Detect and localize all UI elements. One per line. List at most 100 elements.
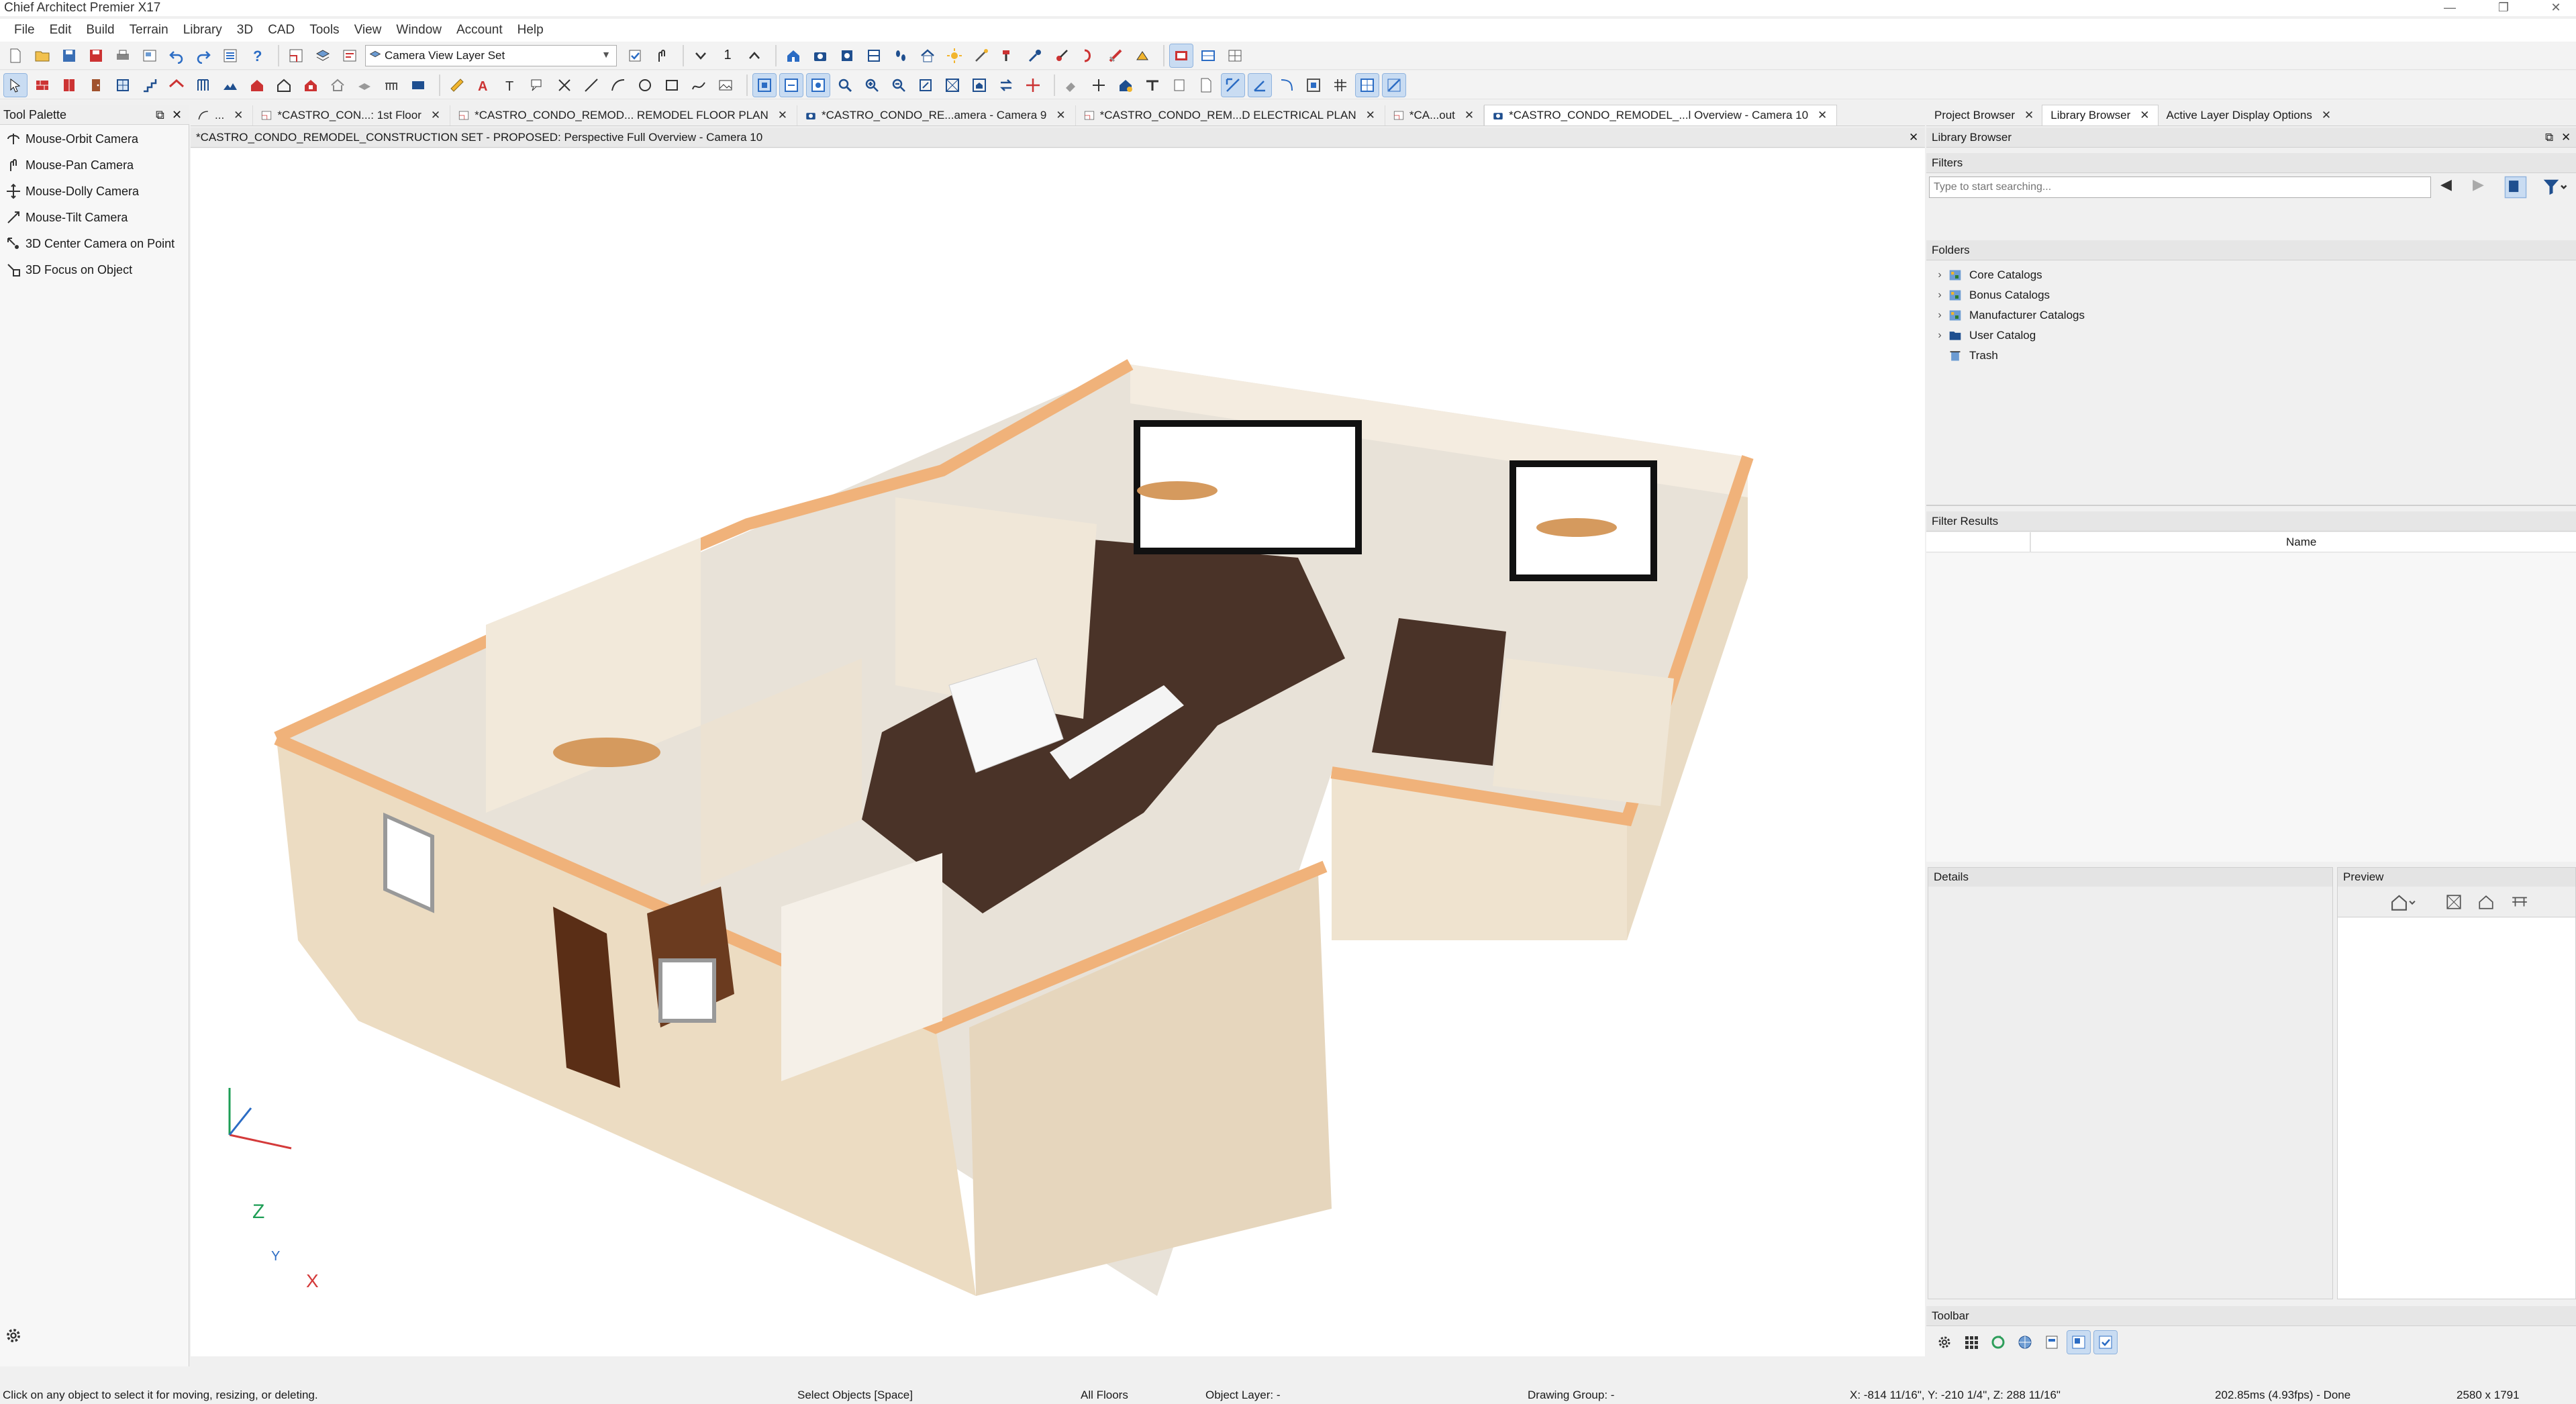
close-icon[interactable]: ✕ [172,105,182,125]
eyedropper-button[interactable] [1024,44,1046,67]
close-icon[interactable]: ✕ [1465,109,1474,122]
save-as-button[interactable] [85,44,107,67]
cross-section-button[interactable] [862,44,885,67]
library-grid-view-button[interactable] [1960,1331,1983,1354]
menu-view[interactable]: View [347,23,389,38]
close-icon[interactable]: ✕ [2322,109,2331,122]
stairs-button[interactable] [138,74,161,97]
tab-project-browser[interactable]: Project Browser ✕ [1926,105,2042,126]
close-icon[interactable]: ✕ [234,109,243,122]
doc-tab-4[interactable]: *CASTRO_CONDO_REM...D ELECTRICAL PLAN ✕ [1076,105,1385,126]
doc-tab-6-active[interactable]: *CASTRO_CONDO_REMODEL_...l Overview - Ca… [1484,105,1838,126]
tool-3d-center-camera-on-point[interactable]: 3D Center Camera on Point [0,231,189,256]
text-button[interactable]: A [473,74,495,97]
menu-file[interactable]: File [7,23,42,38]
library-refresh-button[interactable] [1987,1331,2010,1354]
allow-bumping-button[interactable] [1382,72,1406,97]
framing-button[interactable] [192,74,215,97]
print-button[interactable] [111,44,134,67]
rendering-technique-button[interactable] [1169,43,1193,68]
doc-tab-0[interactable]: ... ✕ [191,105,254,126]
windows-button[interactable] [111,74,134,97]
folder-user-catalog[interactable]: › User Catalog [1932,325,2036,346]
home-button[interactable] [1114,74,1137,97]
close-window-button[interactable]: ✕ [2536,0,2576,16]
text-tool-button[interactable]: T [499,74,522,97]
tool-mouse-tilt-camera[interactable]: Mouse-Tilt Camera [0,205,189,230]
open-button[interactable] [31,44,54,67]
chevron-right-icon[interactable]: › [1932,309,1948,321]
walkthrough-button[interactable] [889,44,912,67]
zoom-out-button[interactable] [887,74,910,97]
library-compare-button[interactable] [2067,1330,2091,1354]
fill-window-button[interactable] [941,74,964,97]
camera-options-button[interactable] [1197,44,1220,67]
folder-trash[interactable]: Trash [1932,346,1998,366]
dormer-button[interactable] [299,74,322,97]
walls-button[interactable] [31,74,54,97]
undo-zoom-button[interactable] [914,74,937,97]
railing-button[interactable] [380,74,403,97]
3d-camera-view[interactable]: Z Y X [191,148,1925,1356]
menu-help[interactable]: Help [510,23,551,38]
fit-icon[interactable] [2445,893,2463,911]
undo-button[interactable] [165,44,188,67]
temporary-dimension-button[interactable] [1087,74,1110,97]
close-icon[interactable]: ✕ [1366,109,1375,122]
close-icon[interactable]: ✕ [1818,109,1827,122]
fill-window-building-button[interactable] [968,74,991,97]
object-snap-button[interactable] [1275,74,1298,97]
plan-view-button[interactable] [285,44,307,67]
tool-mouse-dolly-camera[interactable]: Mouse-Dolly Camera [0,179,189,204]
menu-library[interactable]: Library [176,23,230,38]
library-button[interactable] [246,74,268,97]
menu-window[interactable]: Window [389,23,449,38]
menu-3d[interactable]: 3D [230,23,260,38]
tab-active-layer-display-options[interactable]: Active Layer Display Options ✕ [2159,105,2340,126]
bump-button[interactable] [1302,74,1325,97]
doll-house-button[interactable] [916,44,939,67]
filter-results-list[interactable] [1926,553,2576,862]
doc-tab-5[interactable]: *CA...out ✕ [1385,105,1485,126]
float-panel-icon[interactable]: ⧉ [2545,128,2553,148]
minimize-button[interactable]: — [2430,0,2470,16]
camera-button[interactable] [809,44,832,67]
slab-button[interactable] [353,74,376,97]
swap-view-button[interactable] [995,74,1018,97]
doc-tab-2[interactable]: *CASTRO_CONDO_REMOD... REMODEL FLOOR PLA… [450,105,798,126]
library-filter-toggle-icon[interactable] [2504,176,2528,199]
window-tile-button[interactable] [1224,44,1246,67]
folder-bonus-catalogs[interactable]: › Bonus Catalogs [1932,285,2050,305]
page-button[interactable] [1195,74,1218,97]
arc-button[interactable] [607,74,630,97]
select-objects-button[interactable] [3,72,28,97]
rectangle-button[interactable] [660,74,683,97]
maximize-button[interactable]: ❐ [2483,0,2524,16]
sun-angle-button[interactable] [943,44,966,67]
floor-up-button[interactable] [743,44,766,67]
library-search-input[interactable] [1929,177,2431,198]
zoom-button[interactable] [834,74,856,97]
float-panel-icon[interactable]: ⧉ [156,105,164,125]
group-select-button[interactable] [752,72,777,97]
tool-mouse-pan-camera[interactable]: Mouse-Pan Camera [0,152,189,178]
new-plan-button[interactable] [4,44,27,67]
grid-button[interactable] [1329,74,1352,97]
library-settings-button[interactable] [1933,1331,1956,1354]
full-overview-button[interactable] [782,44,805,67]
zoom-in-button[interactable] [860,74,883,97]
architectural-block-button[interactable] [1141,74,1164,97]
image-button[interactable] [714,74,737,97]
shelf-button[interactable] [407,74,430,97]
close-icon[interactable]: ✕ [1909,128,1918,148]
line-button[interactable] [580,74,603,97]
window-box-button[interactable] [1168,74,1191,97]
close-icon[interactable]: ✕ [2140,109,2149,122]
preferences-button[interactable] [219,44,242,67]
folder-manufacturer-catalogs[interactable]: › Manufacturer Catalogs [1932,305,2085,325]
gear-icon[interactable] [4,1326,23,1345]
material-list-button[interactable] [1077,44,1100,67]
ray-trace-button[interactable] [1131,44,1154,67]
library-check-button[interactable] [2093,1330,2118,1354]
redo-button[interactable] [192,44,215,67]
